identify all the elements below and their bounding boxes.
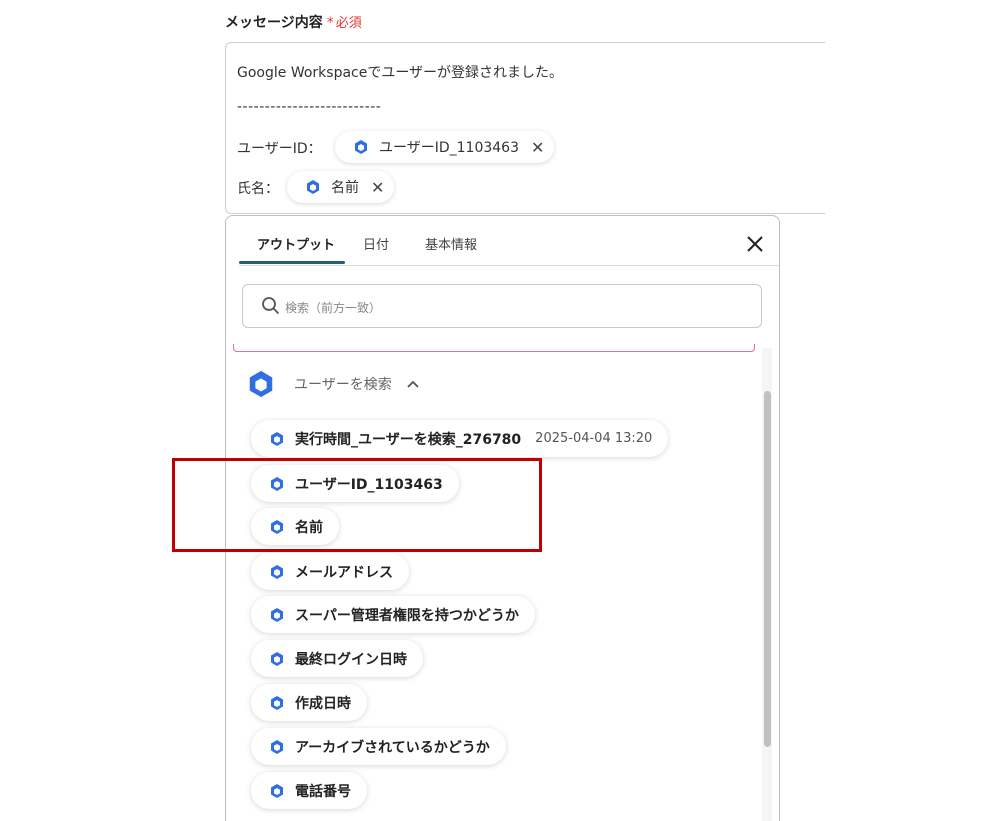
search-input[interactable]: 検索（前方一致） [242, 284, 762, 328]
item-label: メールアドレス [295, 564, 393, 581]
user-id-token[interactable]: ユーザーID_1103463 ✕ [335, 131, 555, 163]
message-content-label: メッセージ内容 * 必須 [225, 12, 362, 32]
active-tab-indicator [239, 261, 345, 264]
group-header-user-search[interactable]: ユーザーを検索 [246, 369, 420, 399]
item-timestamp: 2025-04-04 13:20 [535, 431, 653, 446]
output-item-last-login[interactable]: 最終ログイン日時 [251, 640, 423, 677]
chevron-up-icon [407, 380, 419, 388]
tab-bar: アウトプット 日付 基本情報 [239, 216, 779, 266]
search-icon [262, 297, 280, 315]
google-workspace-icon [271, 607, 283, 622]
google-workspace-icon [307, 180, 319, 194]
output-item-created-at[interactable]: 作成日時 [251, 684, 367, 721]
google-workspace-icon [271, 783, 283, 798]
google-workspace-icon [355, 140, 367, 154]
required-asterisk: * [326, 15, 334, 31]
google-workspace-icon [271, 651, 283, 666]
remove-token-icon[interactable]: ✕ [531, 138, 544, 157]
close-icon[interactable] [743, 232, 767, 256]
google-workspace-icon [271, 739, 283, 754]
group-label: ユーザーを検索 [294, 377, 392, 393]
user-id-label: ユーザーID： [237, 141, 322, 157]
google-workspace-icon [271, 564, 283, 579]
output-item-phone[interactable]: 電話番号 [251, 772, 367, 809]
item-label: スーパー管理者権限を持つかどうか [295, 607, 519, 624]
message-line-1: Google Workspaceでユーザーが登録されました。 [237, 65, 564, 81]
highlight-annotation-box [172, 458, 542, 552]
name-label: 氏名： [237, 181, 279, 197]
item-label: 作成日時 [295, 695, 351, 712]
tab-date[interactable]: 日付 [363, 234, 389, 253]
name-token-label: 名前 [331, 180, 359, 196]
output-item-email[interactable]: メールアドレス [251, 553, 409, 590]
output-item-archived[interactable]: アーカイブされているかどうか [251, 728, 506, 765]
item-label: 電話番号 [295, 783, 351, 800]
scrollbar-thumb[interactable] [764, 391, 771, 747]
item-label: 実行時間_ユーザーを検索_276780 [295, 431, 522, 448]
focused-field-border [233, 344, 755, 352]
google-workspace-icon [249, 370, 273, 398]
label-text: メッセージ内容 [225, 15, 323, 31]
item-label: アーカイブされているかどうか [295, 739, 490, 756]
output-item-exec-time[interactable]: 実行時間_ユーザーを検索_276780 2025-04-04 13:20 [251, 420, 669, 457]
message-divider-line: -------------------------- [237, 99, 382, 115]
tab-basic-info[interactable]: 基本情報 [425, 234, 477, 253]
output-item-super-admin[interactable]: スーパー管理者権限を持つかどうか [251, 596, 535, 633]
tab-output[interactable]: アウトプット [257, 234, 335, 253]
google-workspace-icon [271, 431, 283, 446]
google-workspace-icon [271, 695, 283, 710]
required-text: 必須 [335, 16, 362, 31]
name-token[interactable]: 名前 ✕ [287, 171, 395, 203]
user-id-token-label: ユーザーID_1103463 [379, 140, 519, 156]
item-label: 最終ログイン日時 [295, 651, 407, 668]
remove-token-icon[interactable]: ✕ [371, 178, 384, 197]
search-placeholder: 検索（前方一致） [285, 301, 382, 315]
